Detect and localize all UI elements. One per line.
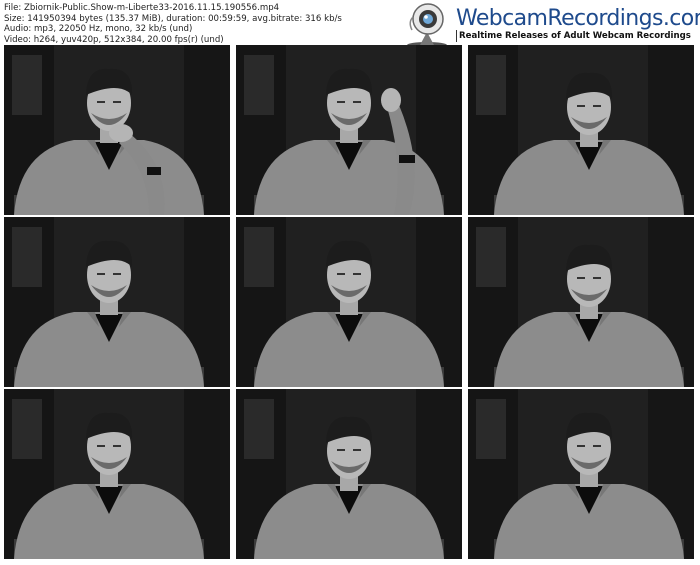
video-thumbnail (4, 45, 230, 215)
thumbnail-frame-image (236, 389, 462, 559)
thumbnail-frame-image (468, 45, 694, 215)
video-thumbnail (236, 45, 462, 215)
video-thumbnail (236, 217, 462, 387)
thumbnail-frame-image (236, 45, 462, 215)
thumbnail-frame-image (468, 217, 694, 387)
video-thumbnail (4, 217, 230, 387)
thumbnail-frame-image (236, 217, 462, 387)
thumbnail-grid (0, 0, 700, 565)
thumbnail-frame-image (4, 45, 230, 215)
video-thumbnail (468, 45, 694, 215)
thumbnail-frame-image (4, 217, 230, 387)
video-thumbnail (468, 217, 694, 387)
thumbnail-frame-image (468, 389, 694, 559)
video-thumbnail (468, 389, 694, 559)
thumbnail-frame-image (4, 389, 230, 559)
video-thumbnail (236, 389, 462, 559)
video-thumbnail (4, 389, 230, 559)
